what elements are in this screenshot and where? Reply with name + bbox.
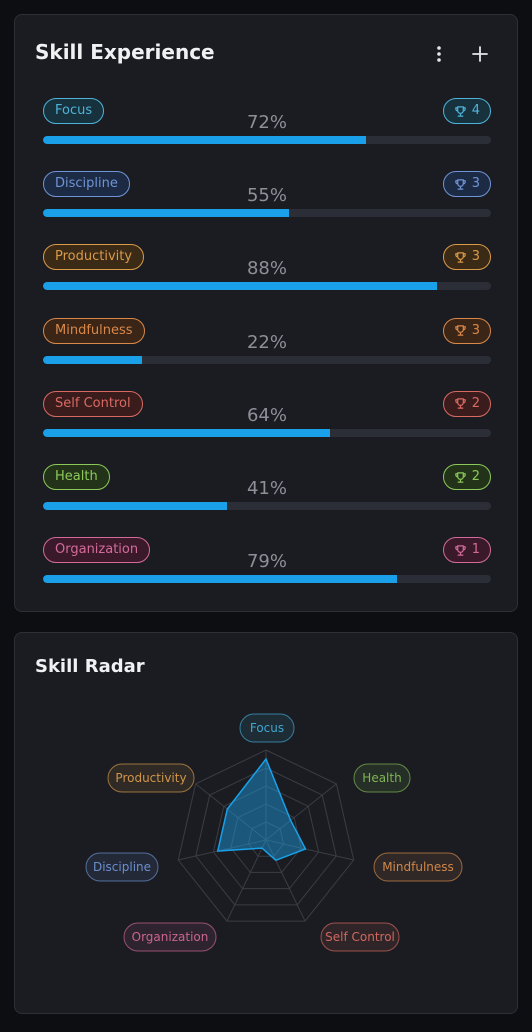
skill-percent: 64%: [246, 404, 287, 426]
progress-fill: [43, 282, 438, 291]
radar-label-text: Productivity: [115, 771, 186, 785]
more-options-button[interactable]: [427, 42, 451, 66]
skill-radar-chart: Focus Health Mindfulness Self Control Organi…: [85, 713, 463, 952]
radar-label-discipline: Discipline: [85, 852, 159, 882]
progress-fill: [43, 575, 397, 584]
radar-data-area: [216, 757, 307, 862]
radar-label-organization: Organization: [123, 922, 217, 952]
skill-radar-card: Skill Radar Focus Health Mindfulness Self C…: [14, 632, 518, 1014]
progress-fill: [43, 428, 330, 437]
skill-row-mindfulness: Mindfulness 3 22%: [43, 317, 491, 368]
skill-percent: 88%: [246, 258, 287, 280]
progress-track: [43, 355, 491, 364]
add-skill-button[interactable]: [468, 42, 492, 66]
skill-row-health: Health 2 41%: [43, 464, 491, 514]
radar-label-text: Self Control: [325, 930, 395, 944]
skill-row-organization: Organization 1 79%: [43, 537, 491, 587]
skill-row-productivity: Productivity 3 88%: [43, 244, 491, 294]
skill-experience-title: Skill Experience: [35, 40, 215, 64]
radar-spoke: [226, 839, 267, 922]
skill-row-self-control: Self Control 2 64%: [43, 390, 491, 441]
progress-fill: [43, 355, 142, 364]
skill-experience-card: Skill Experience Focus 4 72% Discipline …: [14, 14, 518, 612]
radar-label-self-control: Self Control: [320, 922, 400, 952]
skill-row-discipline: Discipline 3 55%: [43, 171, 491, 221]
radar-label-text: Focus: [250, 721, 284, 735]
progress-track: [43, 136, 491, 144]
radar-label-mindfulness: Mindfulness: [373, 852, 463, 882]
radar-label-focus: Focus: [239, 713, 295, 743]
progress-track: [43, 575, 491, 584]
radar-label-health: Health: [353, 763, 411, 793]
progress-track: [43, 502, 491, 510]
skill-percent: 41%: [246, 478, 287, 499]
progress-track: [43, 282, 491, 291]
skill-percent: 72%: [246, 112, 287, 133]
skill-percent: 79%: [246, 551, 287, 573]
plus-icon: [472, 46, 488, 62]
progress-fill: [43, 136, 366, 144]
progress-track: [43, 428, 491, 437]
radar-label-text: Health: [362, 771, 401, 785]
skill-percent: 22%: [246, 331, 287, 353]
radar-label-text: Organization: [132, 930, 209, 944]
radar-label-text: Mindfulness: [382, 860, 454, 874]
skill-percent: 55%: [246, 185, 287, 207]
radar-label-text: Discipline: [93, 860, 151, 874]
progress-track: [43, 209, 491, 218]
more-vertical-icon: [437, 46, 441, 62]
skill-row-focus: Focus 4 72%: [43, 98, 491, 148]
progress-fill: [43, 209, 290, 218]
radar-label-productivity: Productivity: [107, 763, 195, 793]
progress-fill: [43, 502, 227, 510]
